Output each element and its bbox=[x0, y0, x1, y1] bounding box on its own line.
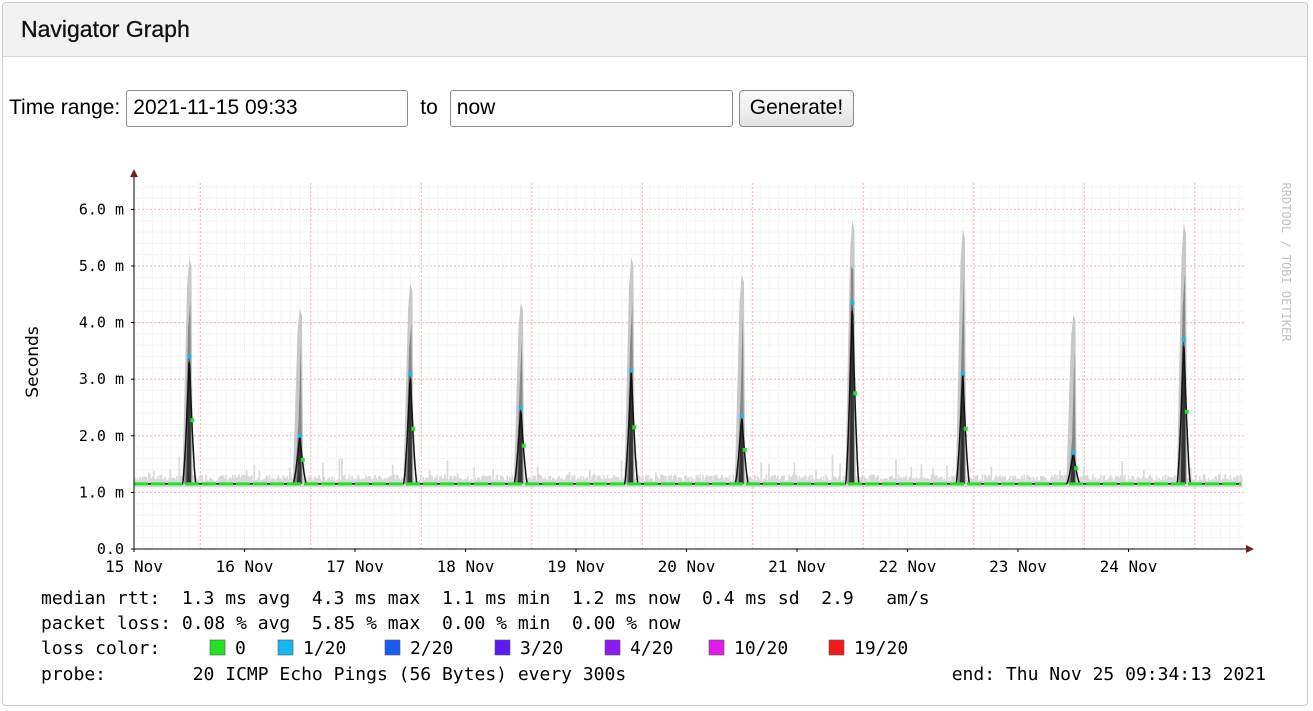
y-tick-label: 2.0 m bbox=[79, 427, 124, 445]
x-tick-label: 18 Nov bbox=[437, 557, 495, 576]
x-tick-label: 22 Nov bbox=[879, 557, 937, 576]
x-tick-label: 15 Nov bbox=[105, 557, 163, 576]
loss-color-swatch bbox=[828, 639, 845, 656]
x-tick-label: 24 Nov bbox=[1100, 557, 1158, 576]
loss-color-entry: 0 bbox=[235, 638, 246, 659]
rrdtool-watermark: RRDTOOL / TOBI OETIKER bbox=[1279, 183, 1293, 343]
loss-color-swatch bbox=[494, 639, 511, 656]
x-tick-label: 19 Nov bbox=[547, 557, 605, 576]
x-tick-label: 21 Nov bbox=[768, 557, 826, 576]
loss-mark bbox=[632, 425, 637, 430]
loss-mark bbox=[850, 300, 855, 305]
y-tick-label: 5.0 m bbox=[79, 257, 124, 275]
median-rtt-stats: median rtt: 1.3 ms avg 4.3 ms max 1.1 ms… bbox=[41, 588, 930, 609]
loss-mark bbox=[190, 418, 195, 423]
x-tick-label: 23 Nov bbox=[989, 557, 1047, 576]
loss-mark bbox=[300, 457, 305, 462]
loss-mark bbox=[297, 433, 302, 438]
loss-color-swatch bbox=[277, 639, 294, 656]
loss-mark bbox=[1181, 337, 1186, 342]
loss-color-swatch bbox=[604, 639, 621, 656]
y-tick-label: 3.0 m bbox=[79, 370, 124, 388]
y-axis-arrow bbox=[130, 169, 138, 178]
loss-mark bbox=[187, 354, 192, 359]
y-axis-label: Seconds bbox=[23, 326, 43, 398]
loss-mark bbox=[960, 371, 965, 376]
loss-mark bbox=[1071, 450, 1076, 455]
loss-color-entry: 4/20 bbox=[630, 638, 673, 659]
smoke-band bbox=[1240, 476, 1243, 488]
loss-mark bbox=[521, 443, 526, 448]
loss-mark bbox=[408, 371, 413, 376]
y-tick-label: 4.0 m bbox=[79, 314, 124, 332]
probe-text: probe: 20 ICMP Echo Pings (56 Bytes) eve… bbox=[41, 664, 626, 685]
loss-color-swatch bbox=[708, 639, 725, 656]
loss-mark bbox=[739, 413, 744, 418]
x-tick-label: 20 Nov bbox=[658, 557, 716, 576]
loss-mark bbox=[411, 426, 416, 431]
y-tick-label: 6.0 m bbox=[79, 200, 124, 218]
loss-color-entry: 10/20 bbox=[734, 638, 788, 659]
y-tick-label: 1.0 m bbox=[79, 483, 124, 501]
packet-loss-stats: packet loss: 0.08 % avg 5.85 % max 0.00 … bbox=[41, 613, 681, 634]
end-time-text: end: Thu Nov 25 09:34:13 2021 bbox=[952, 664, 1266, 685]
loss-mark bbox=[853, 391, 858, 396]
loss-color-swatch bbox=[384, 639, 401, 656]
loss-mark bbox=[742, 447, 747, 452]
loss-color-swatch bbox=[209, 639, 226, 656]
loss-color-entry: 2/20 bbox=[410, 638, 453, 659]
loss-color-entry: 1/20 bbox=[303, 638, 346, 659]
x-tick-label: 16 Nov bbox=[216, 557, 274, 576]
latency-graph: 0.0 1.0 m 2.0 m 3.0 m 4.0 m 5.0 m 6.0 m 15 Nov 1… bbox=[23, 169, 1293, 685]
loss-color-entry: 3/20 bbox=[520, 638, 563, 659]
loss-mark bbox=[963, 426, 968, 431]
loss-mark bbox=[629, 368, 634, 373]
x-tick-label: 17 Nov bbox=[326, 557, 384, 576]
loss-mark bbox=[518, 405, 523, 410]
x-axis-arrow bbox=[1246, 545, 1254, 553]
loss-color-label: loss color: bbox=[41, 638, 160, 659]
y-tick-label: 0.0 bbox=[97, 540, 124, 558]
loss-color-entry: 19/20 bbox=[854, 638, 908, 659]
loss-mark bbox=[1074, 466, 1079, 471]
loss-mark bbox=[1184, 409, 1189, 414]
